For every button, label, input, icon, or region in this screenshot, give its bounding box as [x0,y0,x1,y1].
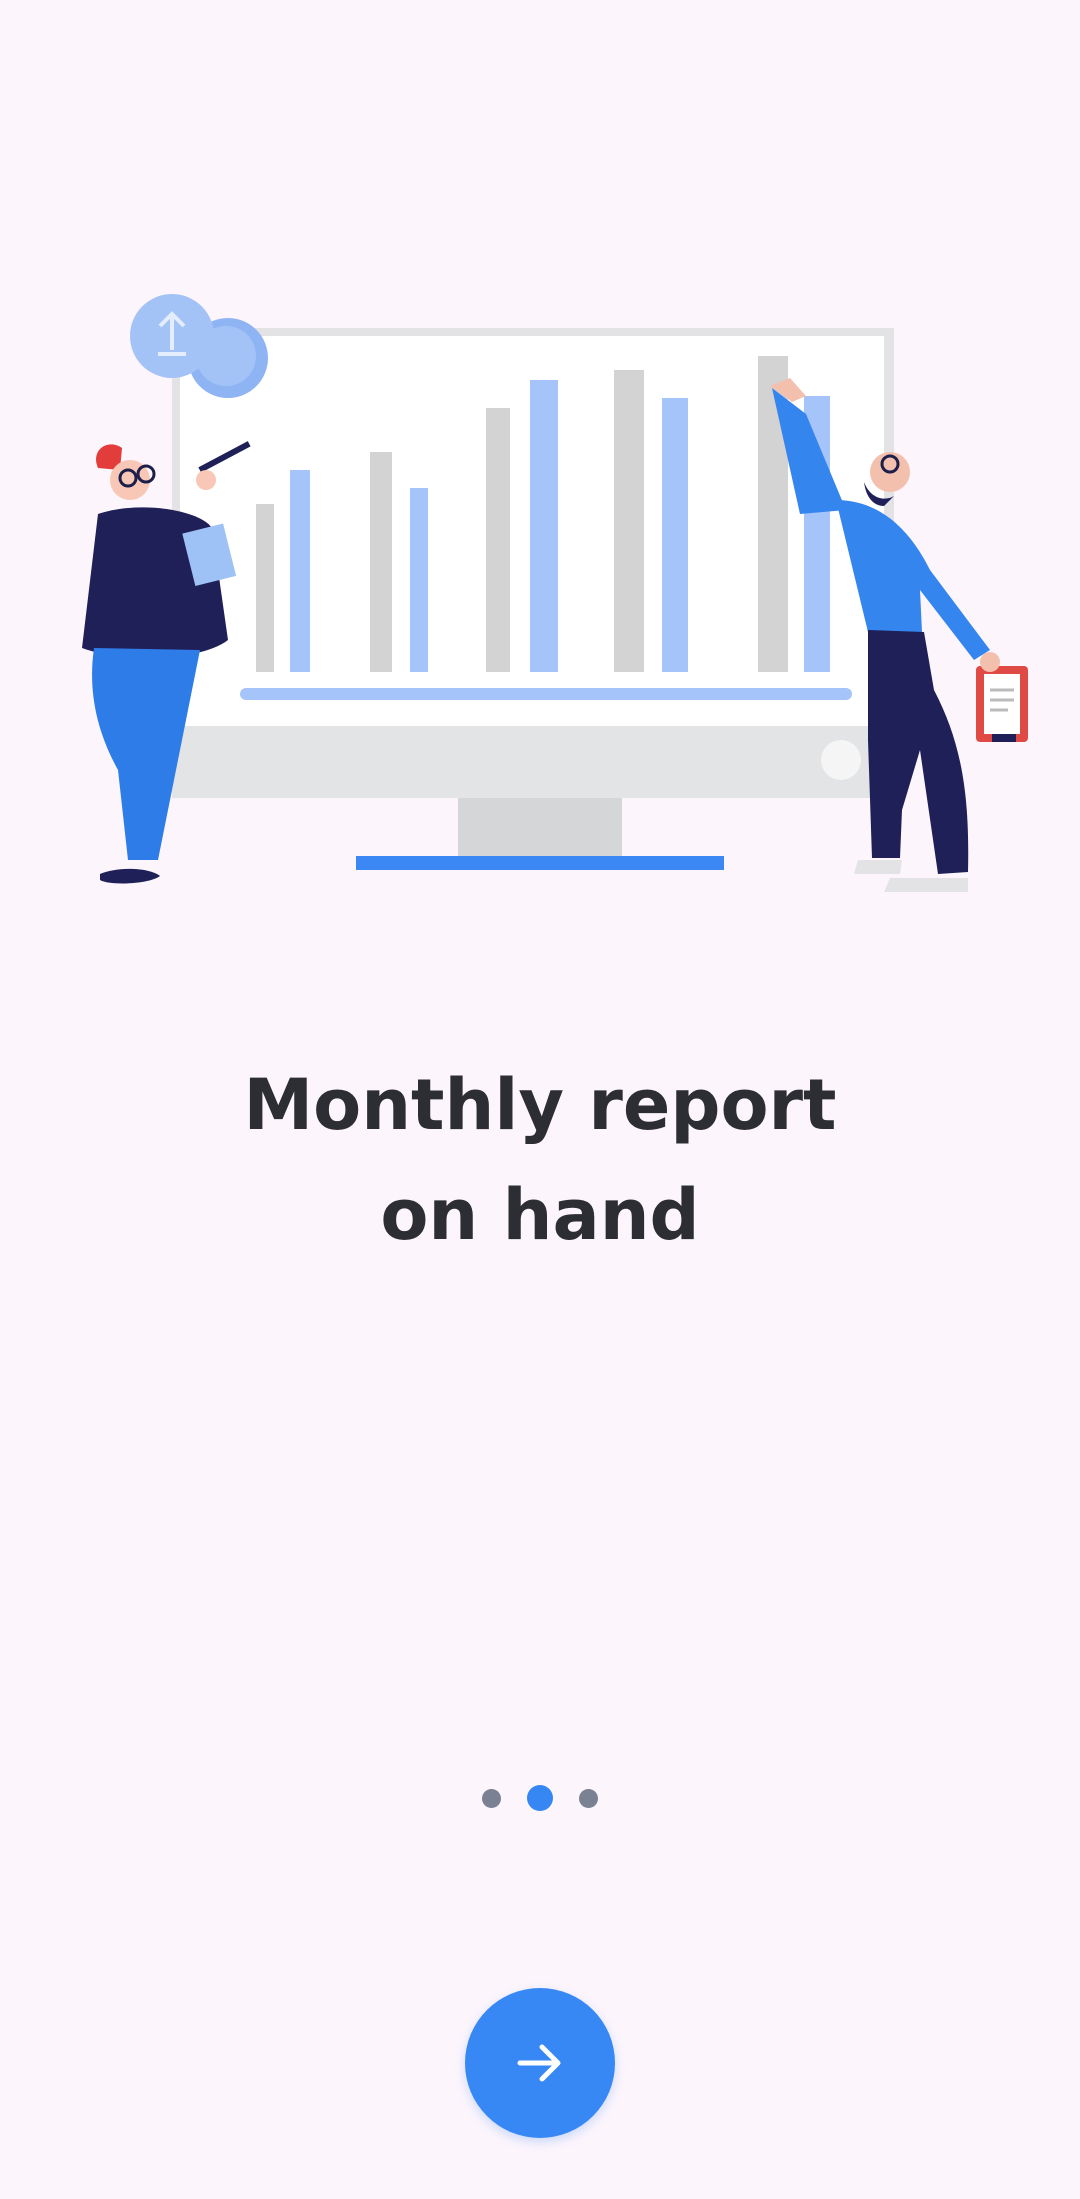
next-button[interactable] [465,1988,615,2138]
page-title: Monthly report on hand [0,1050,1080,1270]
coin-icon [130,294,268,398]
arrow-right-icon [517,2044,561,2082]
power-button-icon [821,740,861,780]
page-indicator-dot-1[interactable] [482,1788,501,1808]
page-title-line-1: Monthly report [243,1064,837,1146]
page-indicator-dot-3[interactable] [579,1788,598,1808]
page-indicator-dot-2-active[interactable] [527,1785,553,1811]
page-title-line-2: on hand [380,1174,700,1256]
page-indicator [0,1784,1080,1812]
monthly-report-illustration [82,294,1028,892]
